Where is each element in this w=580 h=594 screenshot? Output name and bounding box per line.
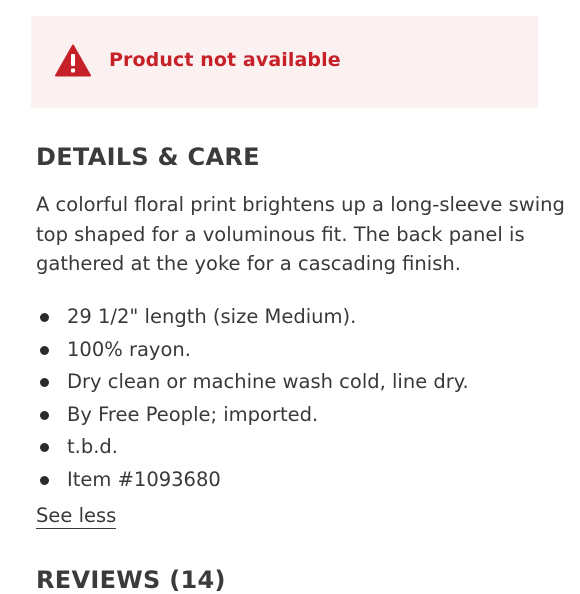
bullet-text: Dry clean or machine wash cold, line dry… [67,370,469,393]
bullet-dot-icon [40,378,49,387]
description-line: A colorful floral print brightens up a l… [36,193,565,216]
description-line: gathered at the yoke for a cascading fin… [36,252,461,275]
list-item: 100% rayon. [36,334,469,367]
see-less-link[interactable]: See less [36,503,117,529]
list-item: Item #1093680 [36,464,469,497]
bullet-dot-icon [40,475,49,485]
product-description: A colorful floral print brightens up a l… [36,190,565,279]
reviews-heading[interactable]: REVIEWS (14) [36,566,226,594]
product-unavailable-alert: Product not available [31,16,538,108]
details-care-heading: DETAILS & CARE [36,143,260,171]
bullet-text: 29 1/2" length (size Medium). [67,305,357,328]
bullet-dot-icon [40,313,49,322]
bullet-text: Item #1093680 [67,467,221,491]
bullet-dot-icon [40,443,49,452]
list-item: 29 1/2" length (size Medium). [36,301,469,334]
description-line: top shaped for a voluminous fit. The bac… [36,222,525,246]
details-bullet-list: 29 1/2" length (size Medium). 100% rayon… [36,301,469,496]
alert-message: Product not available [109,49,341,71]
list-item: t.b.d. [36,431,469,464]
list-item: By Free People; imported. [36,399,469,432]
bullet-text: 100% rayon. [67,337,191,361]
bullet-dot-icon [40,345,49,355]
bullet-text: By Free People; imported. [67,402,319,426]
bullet-text: t.b.d. [67,435,118,458]
bullet-dot-icon [40,410,49,420]
list-item: Dry clean or machine wash cold, line dry… [36,366,469,399]
warning-triangle-icon [55,44,91,77]
